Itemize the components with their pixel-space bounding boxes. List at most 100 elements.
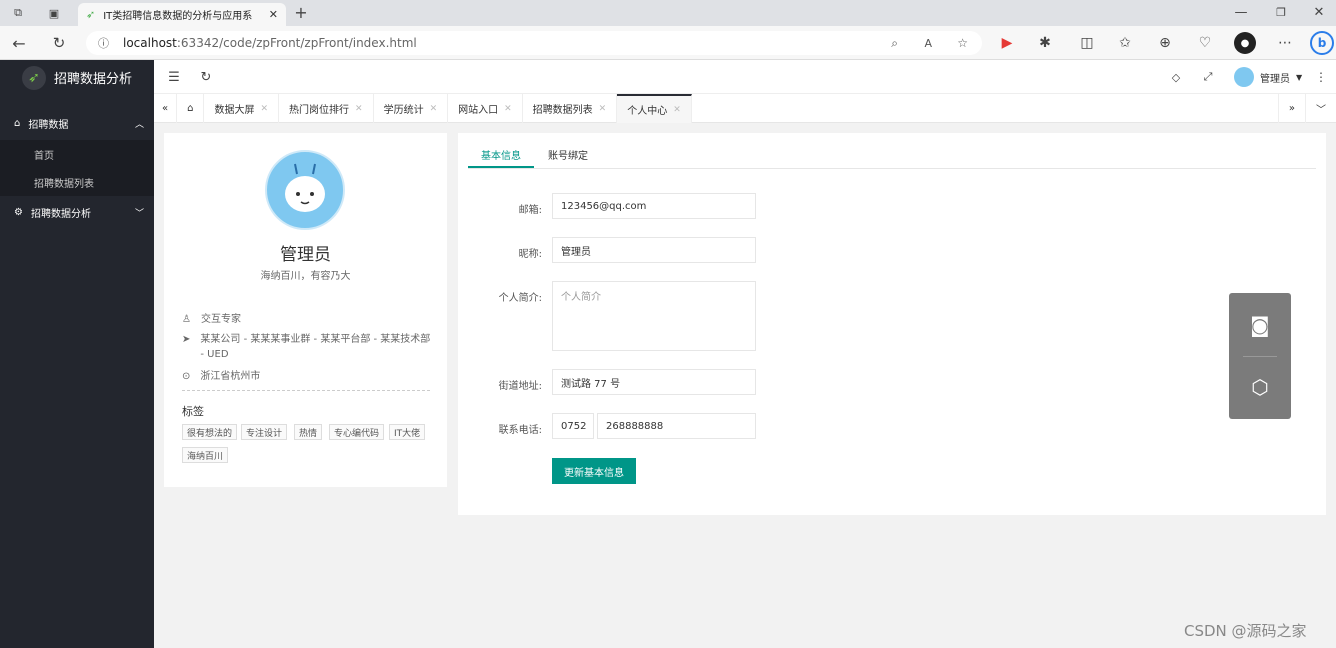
close-window-icon[interactable]: ✕ <box>1310 3 1328 21</box>
sidebar-item-home[interactable]: 首页 <box>0 140 154 168</box>
profile-location-row: ⊙ 浙江省杭州市 <box>182 369 260 384</box>
tag: 热情 <box>294 424 323 440</box>
info-icon[interactable]: ⓘ <box>98 35 109 51</box>
profile-avatar-icon[interactable]: ● <box>1234 32 1256 54</box>
email-field[interactable]: 123456@qq.com <box>552 193 756 219</box>
tab-personal-center[interactable]: 个人中心 ✕ <box>617 94 692 123</box>
collections-icon[interactable]: ⊕ <box>1156 34 1174 52</box>
tab-hot-jobs[interactable]: 热门岗位排行 ✕ <box>279 94 374 123</box>
chevron-down-icon: ﹀ <box>134 209 144 219</box>
nickname-field[interactable]: 管理员 <box>552 237 756 263</box>
tab-education-stats[interactable]: 学历统计 ✕ <box>374 94 449 123</box>
form-tabs-divider <box>468 168 1316 169</box>
sidebar: ➶ 招聘数据分析 ⌂ 招聘数据 ︿ 首页 招聘数据列表 ⚙ 招聘数据分析 ﹀ <box>0 60 154 648</box>
menu-group-label: 招聘数据分析 <box>30 209 91 220</box>
camera-icon[interactable]: ◙ <box>1246 311 1274 339</box>
update-basic-info-button[interactable]: 更新基本信息 <box>552 458 636 484</box>
profile-form-card: 基本信息 账号绑定 邮箱: 123456@qq.com 昵称: 管理员 个人简介… <box>458 133 1326 515</box>
home-icon: ⌂ <box>14 118 21 129</box>
tab-favicon-icon: ➶ <box>86 8 96 21</box>
split-screen-icon[interactable]: ◫ <box>1078 34 1096 52</box>
close-icon[interactable]: ✕ <box>430 104 438 114</box>
extensions-icon[interactable]: ✱ <box>1036 34 1054 52</box>
profile-role-row: ♙ 交互专家 <box>182 312 241 327</box>
profile-role: 交互专家 <box>200 314 241 325</box>
address-field[interactable]: 测试路 77 号 <box>552 369 756 395</box>
fullscreen-icon[interactable]: ⤢ <box>1200 69 1216 85</box>
read-aloud-icon[interactable]: A <box>924 37 932 50</box>
url-host: localhost <box>123 36 177 50</box>
tab-label: 热门岗位排行 <box>289 105 350 116</box>
gear-icon: ⚙ <box>14 207 23 218</box>
bio-textarea[interactable]: 个人简介 <box>552 281 756 351</box>
more-icon[interactable]: ⋯ <box>1276 34 1294 52</box>
restore-icon[interactable]: ❐ <box>1272 3 1290 21</box>
tab-home-icon[interactable]: ⌂ <box>177 94 205 123</box>
extension-video-icon[interactable]: ▶ <box>998 34 1016 52</box>
panel-divider <box>1243 356 1277 357</box>
close-icon[interactable]: ✕ <box>504 104 512 114</box>
tab-label: 网站入口 <box>458 105 499 116</box>
active-tab-indicator <box>468 166 534 168</box>
bio-label: 个人简介: <box>498 293 542 304</box>
tag: IT大佬 <box>389 424 426 440</box>
address-bar-row: ← ↻ ⓘ localhost :63342/code/zpFront/zpFr… <box>0 26 1336 60</box>
phone-number-field[interactable]: 268888888 <box>597 413 756 439</box>
profile-org: 某某公司 - 某某某事业群 - 某某平台部 - 某某技术部 - UED <box>200 334 431 360</box>
refresh-icon[interactable]: ↻ <box>198 69 214 85</box>
close-icon[interactable]: ✕ <box>599 104 607 114</box>
browser-tab-strip: ⧉ ▣ ➶ IT类招聘信息数据的分析与应用系 ✕ + — ❐ ✕ <box>0 0 1336 26</box>
close-icon[interactable]: ✕ <box>673 105 681 115</box>
avatar <box>265 150 345 230</box>
profile-name: 管理员 <box>280 245 331 265</box>
minimize-icon[interactable]: — <box>1232 3 1250 21</box>
caret-down-icon: ▼ <box>1296 72 1303 82</box>
tab-data-screen[interactable]: 数据大屏 ✕ <box>204 94 280 123</box>
tabs-scroll-right-icon[interactable]: » <box>1277 94 1306 123</box>
user-avatar-icon <box>1234 67 1254 87</box>
user-menu[interactable]: 管理员 ▼ <box>1234 67 1302 87</box>
more-vertical-icon[interactable]: ⋮ <box>1314 69 1328 85</box>
main-content: 管理员 海纳百川，有容乃大 ♙ 交互专家 ➤ 某某公司 - 某某某事业群 - 某… <box>154 123 1336 648</box>
nickname-label: 昵称: <box>518 249 542 260</box>
tag: 很有想法的 <box>182 424 238 440</box>
watermark: CSDN @源码之家 <box>1184 622 1307 640</box>
performance-icon[interactable]: ♡ <box>1196 34 1214 52</box>
menu-group-recruit-data[interactable]: ⌂ 招聘数据 ︿ <box>0 107 154 140</box>
tab-basic-info[interactable]: 基本信息 <box>481 147 521 162</box>
copilot-icon[interactable]: b <box>1310 31 1334 55</box>
back-icon[interactable]: ← <box>10 34 28 53</box>
close-icon[interactable]: ✕ <box>355 104 363 114</box>
close-icon[interactable]: ✕ <box>260 104 268 114</box>
menu-group-recruit-analysis[interactable]: ⚙ 招聘数据分析 ﹀ <box>0 196 154 229</box>
divider <box>182 390 430 391</box>
tab-recruit-list[interactable]: 招聘数据列表 ✕ <box>523 94 618 123</box>
url-input[interactable]: ⓘ localhost :63342/code/zpFront/zpFront/… <box>86 31 982 55</box>
tab-account-binding[interactable]: 账号绑定 <box>548 147 588 162</box>
send-icon: ➤ <box>182 334 191 345</box>
collapse-menu-icon[interactable]: ☰ <box>166 69 182 85</box>
phone-area-field[interactable]: 0752 <box>552 413 594 439</box>
tag-icon[interactable]: ◇ <box>1168 69 1184 85</box>
tabs-dropdown-icon[interactable]: ﹀ <box>1306 94 1336 123</box>
new-tab-icon[interactable]: + <box>292 3 310 22</box>
url-path: :63342/code/zpFront/zpFront/index.html <box>176 36 417 50</box>
reload-icon[interactable]: ↻ <box>50 34 68 52</box>
profile-org-row: ➤ 某某公司 - 某某某事业群 - 某某平台部 - 某某技术部 - UED <box>182 332 432 362</box>
user-name: 管理员 <box>1260 73 1290 85</box>
submenu: 首页 招聘数据列表 <box>0 140 154 196</box>
browser-tab[interactable]: ➶ IT类招聘信息数据的分析与应用系 ✕ <box>78 3 286 26</box>
close-tab-icon[interactable]: ✕ <box>269 8 278 21</box>
zoom-icon[interactable]: ⌕ <box>891 36 898 51</box>
favorites-icon[interactable]: ✩ <box>1116 34 1134 52</box>
sidebar-item-recruit-list[interactable]: 招聘数据列表 <box>0 168 154 196</box>
tab-actions-icon[interactable]: ▣ <box>46 5 62 21</box>
profile-card: 管理员 海纳百川，有容乃大 ♙ 交互专家 ➤ 某某公司 - 某某某事业群 - 某… <box>164 133 447 487</box>
tabs-scroll-left-icon[interactable]: « <box>154 94 178 123</box>
tab-label: 个人中心 <box>627 106 668 117</box>
visual-search-icon[interactable]: ⬡ <box>1246 373 1274 401</box>
workspaces-icon[interactable]: ⧉ <box>10 5 26 21</box>
favorite-star-icon[interactable]: ☆ <box>957 36 968 50</box>
tab-site-entry[interactable]: 网站入口 ✕ <box>448 94 523 123</box>
next-arrow-icon[interactable]: › <box>1306 336 1330 376</box>
